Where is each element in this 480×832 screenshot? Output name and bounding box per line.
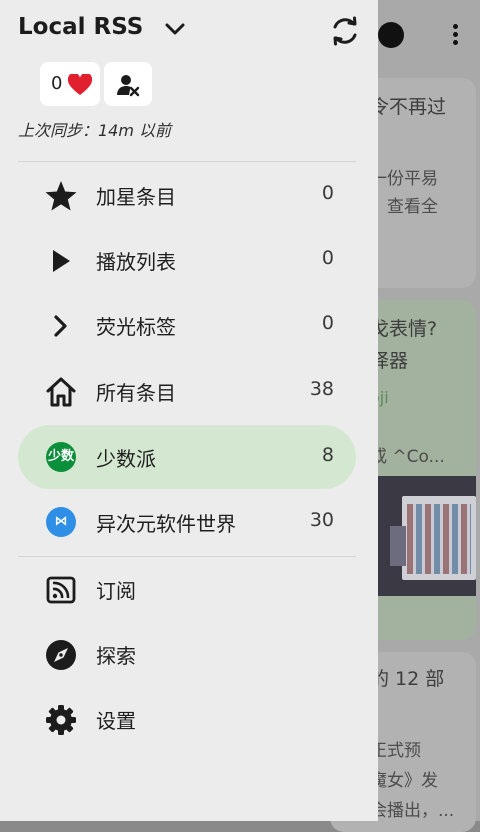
chevron-down-icon[interactable] (160, 16, 190, 44)
account-avatar[interactable] (378, 22, 404, 48)
nav-item-starred[interactable]: 加星条目 0 (18, 163, 356, 227)
feed-item-count: 30 (309, 509, 334, 531)
action-label: 订阅 (96, 579, 136, 603)
nav-item-count: 0 (321, 312, 334, 334)
nav-item-count: 0 (321, 182, 334, 204)
action-subscribe[interactable]: 订阅 (18, 557, 356, 621)
nav-item-label: 荧光标签 (96, 315, 176, 339)
card-title: 戈表情? (370, 318, 438, 340)
feed-item-count: 8 (321, 444, 334, 466)
compass-icon (44, 638, 78, 672)
more-options-icon[interactable] (448, 22, 462, 48)
nav-item-label: 加星条目 (96, 185, 176, 209)
card-snippet: ，查看全 (370, 197, 438, 217)
divider (18, 161, 356, 162)
liked-button[interactable]: 0 (40, 62, 100, 106)
card-thumbnail (370, 476, 476, 596)
feed-item-iplaysoft[interactable]: ⋈ 异次元软件世界 30 (18, 490, 356, 554)
feed-item-label: 少数派 (96, 447, 156, 471)
rss-icon (44, 573, 78, 607)
feed-avatar: ⋈ (46, 507, 76, 537)
nav-item-count: 38 (309, 378, 334, 400)
card-snippet: 魔女》发 (370, 771, 438, 791)
action-explore[interactable]: 探索 (18, 622, 356, 686)
home-icon (44, 375, 78, 409)
gear-icon (44, 703, 78, 737)
feed-avatar: 少数 (46, 442, 76, 472)
navigation-drawer: Local RSS 0 上次同步：14m 以前 加星条目 0 播放列表 0 荧光… (0, 0, 378, 821)
nav-item-label: 所有条目 (96, 381, 176, 405)
nav-item-count: 0 (321, 247, 334, 269)
star-icon (44, 179, 78, 213)
feed-item-sspai[interactable]: 少数 少数派 8 (18, 425, 356, 489)
card-snippet: 会播出，... (370, 801, 455, 821)
action-label: 探索 (96, 644, 136, 668)
action-settings[interactable]: 设置 (18, 687, 356, 751)
nav-item-all-items[interactable]: 所有条目 38 (18, 359, 356, 423)
action-label: 设置 (96, 709, 136, 733)
heart-icon (67, 72, 93, 96)
card-snippet: 一份平易 (370, 169, 438, 189)
chevron-right-icon (44, 309, 78, 343)
nav-item-playlist[interactable]: 播放列表 0 (18, 228, 356, 292)
sync-icon[interactable] (326, 12, 364, 50)
nav-item-highlights[interactable]: 荧光标签 0 (18, 293, 356, 357)
last-sync-status: 上次同步：14m 以前 (18, 121, 172, 140)
account-button[interactable] (104, 62, 152, 106)
play-icon (44, 244, 78, 278)
user-remove-icon (116, 73, 140, 97)
card-snippet: 或 ^Co... (370, 447, 445, 467)
drawer-header: Local RSS (0, 0, 378, 60)
nav-item-label: 播放列表 (96, 250, 176, 274)
feed-item-label: 异次元软件世界 (96, 512, 236, 536)
app-title: Local RSS (18, 14, 144, 40)
card-title: 令不再过 (370, 96, 447, 118)
card-title: 的 12 部 (370, 668, 445, 690)
liked-count: 0 (51, 73, 63, 94)
